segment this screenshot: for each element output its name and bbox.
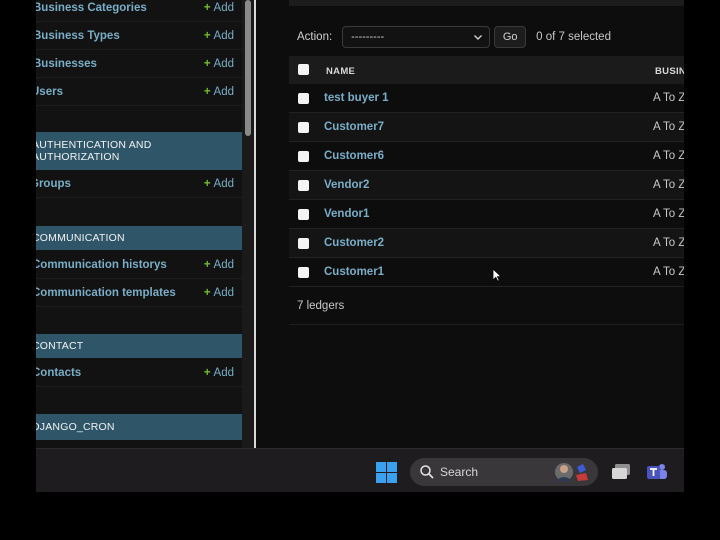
row-name-link[interactable]: Vendor1 — [324, 208, 369, 220]
sidebar-item-label[interactable]: Communication templates — [36, 287, 176, 299]
add-link[interactable]: + Add — [204, 178, 242, 190]
row-name-link[interactable]: test buyer 1 — [324, 92, 389, 104]
windows-start-icon[interactable] — [376, 462, 398, 484]
row-business: A To Z — [653, 92, 684, 104]
sidebar-item-business-categories[interactable]: Business Categories + Add — [36, 0, 242, 22]
table-row: Customer1 A To Z — [289, 258, 684, 287]
search-highlight-icon — [552, 461, 592, 483]
section-header-label[interactable]: DJANGO_CRON — [36, 421, 115, 433]
section-header-django-cron[interactable]: DJANGO_CRON — [36, 414, 242, 440]
table-row: Customer6 A To Z — [289, 142, 684, 171]
column-header-name[interactable]: NAME — [326, 66, 355, 77]
black-bar — [36, 492, 684, 540]
sidebar-item-contacts[interactable]: Contacts + Add — [36, 359, 242, 387]
section-header-label[interactable]: AUTHENTICATION AND AUTHORIZATION — [36, 139, 182, 163]
actions-bar: Action: --------- Go 0 of 7 selected — [289, 24, 684, 50]
add-link[interactable]: + Add — [204, 2, 242, 14]
row-business: A To Z — [653, 121, 684, 133]
sidebar-item-label[interactable]: Businesses — [36, 58, 97, 70]
sidebar-scrollbar[interactable] — [242, 0, 254, 448]
add-label: Add — [213, 258, 234, 271]
add-label: Add — [213, 57, 234, 70]
taskbar-search-box[interactable]: Search — [410, 458, 598, 486]
add-label: Add — [213, 177, 234, 190]
divider-line — [289, 324, 684, 325]
sidebar-item-label[interactable]: Users — [36, 86, 63, 98]
chevron-down-icon — [473, 32, 483, 42]
row-business: A To Z — [653, 237, 684, 249]
changelist-main: Action: --------- Go 0 of 7 selected NAM… — [289, 0, 684, 448]
section-header-label[interactable]: CONTACT — [36, 340, 83, 352]
sidebar-item-label[interactable]: Business Categories — [36, 2, 147, 14]
row-business: A To Z — [653, 266, 684, 278]
toolbar-strip — [289, 0, 684, 6]
sidebar-item-communication-templates[interactable]: Communication templates + Add — [36, 279, 242, 307]
table-row: Customer2 A To Z — [289, 229, 684, 258]
row-checkbox[interactable] — [298, 267, 309, 278]
scrollbar-thumb[interactable] — [245, 0, 251, 136]
row-business: A To Z — [653, 150, 684, 162]
column-header-business[interactable]: BUSINE — [655, 66, 684, 77]
add-link[interactable]: + Add — [204, 287, 242, 299]
add-link[interactable]: + Add — [204, 367, 242, 379]
row-checkbox[interactable] — [298, 93, 309, 104]
add-label: Add — [213, 366, 234, 379]
add-label: Add — [213, 286, 234, 299]
sidebar-item-business-types[interactable]: Business Types + Add — [36, 22, 242, 50]
row-checkbox[interactable] — [298, 151, 309, 162]
add-link[interactable]: + Add — [204, 30, 242, 42]
row-checkbox[interactable] — [298, 180, 309, 191]
row-name-link[interactable]: Customer2 — [324, 237, 384, 249]
search-placeholder: Search — [440, 465, 479, 479]
panel-divider — [254, 0, 289, 448]
row-business: A To Z — [653, 208, 684, 220]
add-label: Add — [213, 29, 234, 42]
sidebar-item-communication-historys[interactable]: Communication historys + Add — [36, 251, 242, 279]
section-header-communication[interactable]: COMMUNICATION — [36, 226, 242, 250]
section-header-contact[interactable]: CONTACT — [36, 334, 242, 358]
mouse-cursor-icon — [492, 268, 503, 282]
row-name-link[interactable]: Customer6 — [324, 150, 384, 162]
table-row: Customer7 A To Z — [289, 113, 684, 142]
add-label: Add — [213, 1, 234, 14]
sidebar-item-label[interactable]: Communication historys — [36, 259, 167, 271]
row-name-link[interactable]: Vendor2 — [324, 179, 369, 191]
add-link[interactable]: + Add — [204, 58, 242, 70]
task-view-icon[interactable] — [610, 462, 632, 482]
row-name-link[interactable]: Customer7 — [324, 121, 384, 133]
sidebar-item-label[interactable]: Business Types — [36, 30, 120, 42]
go-button[interactable]: Go — [494, 26, 527, 48]
teams-icon[interactable] — [646, 461, 668, 483]
action-select-value: --------- — [351, 31, 385, 43]
screen: Business Categories + Add Business Types … — [36, 0, 684, 540]
add-link[interactable]: + Add — [204, 259, 242, 271]
action-label: Action: — [297, 31, 333, 43]
search-icon — [419, 464, 435, 480]
admin-sidebar: Business Categories + Add Business Types … — [36, 0, 242, 448]
table-row: Vendor2 A To Z — [289, 171, 684, 200]
add-label: Add — [213, 85, 234, 98]
sidebar-item-label[interactable]: Groups — [36, 178, 71, 190]
row-name-link[interactable]: Customer1 — [324, 266, 384, 278]
windows-taskbar: Search — [36, 448, 684, 492]
add-link[interactable]: + Add — [204, 86, 242, 98]
action-select[interactable]: --------- — [342, 26, 491, 48]
sidebar-item-users[interactable]: Users +Add — [36, 78, 242, 106]
row-checkbox[interactable] — [298, 209, 309, 220]
result-count: 7 ledgers — [297, 300, 345, 312]
select-all-checkbox[interactable] — [298, 64, 309, 75]
selected-count: 0 of 7 selected — [536, 31, 611, 43]
row-checkbox[interactable] — [298, 122, 309, 133]
sidebar-item-label[interactable]: Contacts — [36, 367, 81, 379]
table-row: test buyer 1 A To Z — [289, 84, 684, 113]
table-row: Vendor1 A To Z — [289, 200, 684, 229]
sidebar-item-groups[interactable]: Groups +Add — [36, 170, 242, 198]
section-header-label[interactable]: COMMUNICATION — [36, 232, 125, 244]
row-business: A To Z — [653, 179, 684, 191]
row-checkbox[interactable] — [298, 238, 309, 249]
sidebar-item-businesses[interactable]: Businesses + Add — [36, 50, 242, 78]
table-header: NAME BUSINE — [289, 56, 684, 84]
section-header-authentication[interactable]: AUTHENTICATION AND AUTHORIZATION — [36, 132, 242, 170]
